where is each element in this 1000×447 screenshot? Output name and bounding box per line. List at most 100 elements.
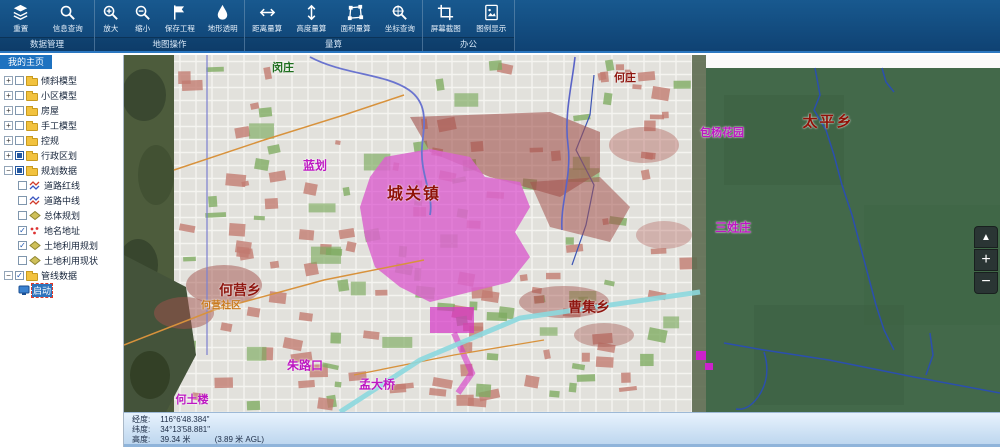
coordinate-query-button[interactable]: 坐标查询 (383, 2, 417, 37)
legend-display-button[interactable]: 图例显示 (474, 2, 508, 37)
tree-item[interactable]: 道路红线 (0, 178, 123, 193)
layer-icon (29, 211, 41, 221)
layer-checkbox[interactable] (15, 136, 24, 145)
save-project-button[interactable]: 保存工程 (163, 2, 197, 37)
layer-checkbox[interactable] (15, 166, 24, 175)
zoom-in-control[interactable]: + (974, 249, 998, 271)
folder-icon (26, 91, 38, 101)
map-canvas (124, 55, 1000, 412)
layer-checkbox[interactable] (15, 106, 24, 115)
group-label: 数据管理 (0, 37, 94, 51)
altitude-row: 高度: 39.34 米 (3.89 米 AGL) (132, 435, 1000, 445)
zigzag2-icon (29, 196, 41, 206)
vertical-arrow-icon (302, 3, 321, 22)
tree-item[interactable]: ✓ 土地利用规划 (0, 238, 123, 253)
layer-checkbox[interactable] (18, 256, 27, 265)
terrain-transparency-button[interactable]: 地形透明 (206, 2, 240, 37)
toolbar-spacer (515, 0, 1000, 51)
layer-icon (29, 241, 41, 251)
expand-toggle-icon[interactable]: + (4, 106, 13, 115)
layer-checkbox[interactable] (15, 91, 24, 100)
expand-toggle-icon[interactable]: + (4, 151, 13, 160)
polygon-icon (346, 3, 365, 22)
tree-item[interactable]: −✓ 管线数据 (0, 268, 123, 283)
toolbar-group-map-operations: 放大 缩小 保存工程 地形透明 地图操作 (95, 0, 245, 51)
tree-item[interactable]: +行政区划 (0, 148, 123, 163)
tree-item[interactable]: +手工模型 (0, 118, 123, 133)
image-icon (482, 3, 501, 22)
zoom-out-control[interactable]: − (974, 272, 998, 294)
layer-tree-panel: 我的主页 +倾斜模型+小区模型+房屋+手工模型+控规+行政区划−规划数据道路红线… (0, 55, 124, 447)
expand-toggle-icon[interactable]: + (4, 91, 13, 100)
button-label: 高度量算 (296, 23, 326, 34)
layer-icon (29, 256, 41, 266)
layer-checkbox[interactable] (18, 211, 27, 220)
distance-measure-button[interactable]: 距离量算 (250, 2, 284, 37)
reset-button[interactable]: 重置 (9, 2, 32, 37)
tab-my-homepage[interactable]: 我的主页 (0, 55, 52, 69)
expand-toggle-icon[interactable]: + (4, 136, 13, 145)
tree-item[interactable]: 道路中线 (0, 193, 123, 208)
altitude-value: 39.34 米 (160, 435, 190, 444)
tree-item-label: 启动 (32, 284, 52, 297)
button-label: 坐标查询 (385, 23, 415, 34)
layer-checkbox[interactable]: ✓ (18, 241, 27, 250)
expand-toggle-icon[interactable]: + (4, 76, 13, 85)
flag-icon (170, 3, 189, 22)
gis-application-window: 重置 信息查询 数据管理 放大 (0, 0, 1000, 447)
tree-item[interactable]: 总体规划 (0, 208, 123, 223)
layer-checkbox[interactable] (15, 151, 24, 160)
layers-icon (11, 3, 30, 22)
tree-item-label: 房屋 (40, 104, 60, 117)
zoom-out-button[interactable]: 缩小 (131, 2, 154, 37)
group-label: 地图操作 (95, 37, 244, 51)
tree-item[interactable]: +倾斜模型 (0, 73, 123, 88)
tree-item[interactable]: −规划数据 (0, 163, 123, 178)
altitude-label: 高度: (132, 435, 158, 445)
info-query-button[interactable]: 信息查询 (51, 2, 85, 37)
search-icon (58, 3, 77, 22)
tree-item[interactable]: +小区模型 (0, 88, 123, 103)
expand-toggle-icon[interactable]: − (4, 166, 13, 175)
layer-checkbox[interactable] (18, 196, 27, 205)
tree-item[interactable]: ✓ 地名地址 (0, 223, 123, 238)
latitude-row: 纬度: 34°13'58.881" (132, 425, 1000, 435)
button-label: 保存工程 (165, 23, 195, 34)
expand-toggle-icon[interactable]: + (4, 121, 13, 130)
tree-item-label: 土地利用规划 (43, 239, 99, 252)
tree-item-label: 控规 (40, 134, 60, 147)
layer-checkbox[interactable] (15, 76, 24, 85)
button-label: 重置 (13, 23, 28, 34)
expand-toggle-icon[interactable]: − (4, 271, 13, 280)
tree-item-label: 道路中线 (43, 194, 81, 207)
area-measure-button[interactable]: 面积量算 (339, 2, 373, 37)
layer-checkbox[interactable]: ✓ (15, 271, 24, 280)
droplet-icon (213, 3, 232, 22)
tree-item[interactable]: 土地利用现状 (0, 253, 123, 268)
tree-item[interactable]: + 控规 (0, 133, 123, 148)
toolbar-group-measurement: 距离量算 高度量算 面积量算 坐标查询 量算 (245, 0, 423, 51)
group-label: 量算 (245, 37, 422, 51)
tree-item-label: 地名地址 (43, 224, 81, 237)
tree-item[interactable]: + 房屋 (0, 103, 123, 118)
folder-icon (26, 76, 38, 86)
layer-checkbox[interactable] (15, 121, 24, 130)
map-viewport[interactable]: 闵庄何庄太平乡包杨花园蓝划城关镇三姓庄何营乡何营社区曹集乡朱路口孟大桥何土楼 ▲… (124, 55, 1000, 412)
folder-icon (26, 136, 38, 146)
folder-icon (26, 271, 38, 281)
layer-checkbox[interactable] (18, 181, 27, 190)
compass-button[interactable]: ▲ (974, 226, 998, 248)
crosshair-search-icon (390, 3, 409, 22)
folder-icon (26, 121, 38, 131)
button-label: 缩小 (135, 23, 150, 34)
zoom-in-button[interactable]: 放大 (99, 2, 122, 37)
tree-item-label: 管线数据 (40, 269, 78, 282)
screenshot-button[interactable]: 屏幕截图 (429, 2, 463, 37)
horizontal-arrow-icon (258, 3, 277, 22)
tree-item-label: 总体规划 (43, 209, 81, 222)
tree-item[interactable]: 启动 (0, 283, 123, 298)
zigzag-icon (29, 181, 41, 191)
layer-tree: +倾斜模型+小区模型+房屋+手工模型+控规+行政区划−规划数据道路红线道路中线总… (0, 73, 123, 298)
height-measure-button[interactable]: 高度量算 (294, 2, 328, 37)
layer-checkbox[interactable]: ✓ (18, 226, 27, 235)
